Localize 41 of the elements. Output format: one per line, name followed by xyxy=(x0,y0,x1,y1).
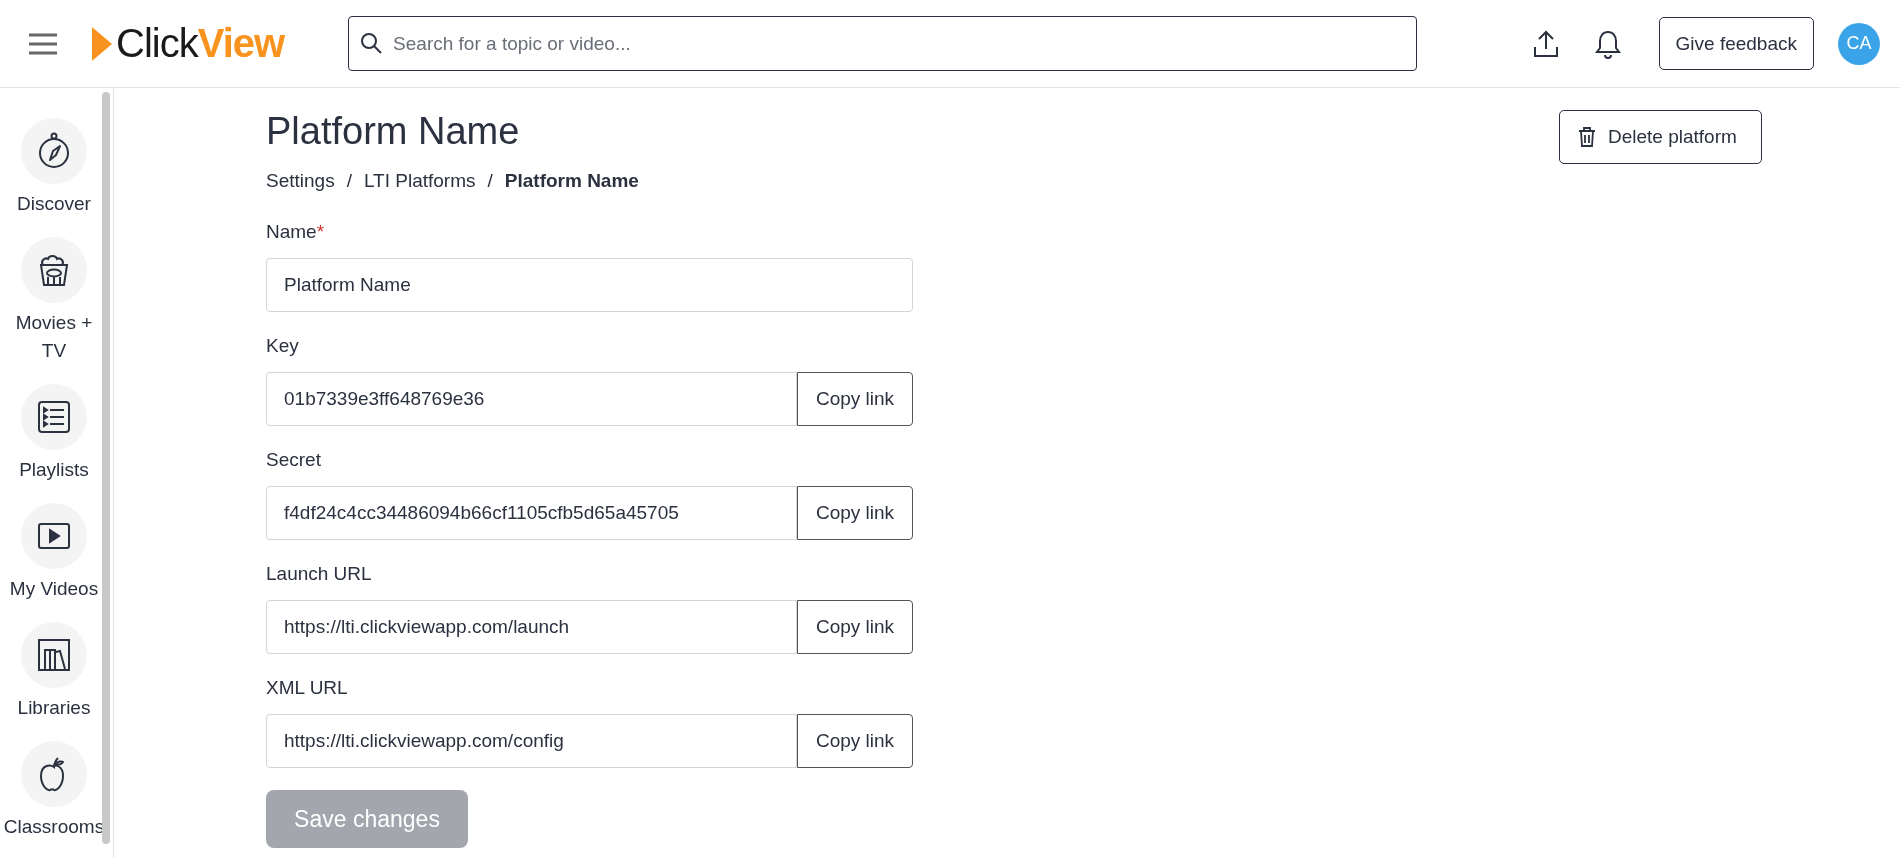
delete-platform-button[interactable]: Delete platform xyxy=(1559,110,1762,164)
field-label: XML URL xyxy=(266,676,348,700)
nav-label[interactable]: My Videos xyxy=(9,575,99,603)
nav-label[interactable]: Discover xyxy=(17,190,91,218)
nav-label[interactable]: Libraries xyxy=(17,694,91,722)
text-field[interactable]: Platform Name xyxy=(266,258,913,312)
page-title: Platform Name xyxy=(266,109,520,154)
trash-icon xyxy=(1578,127,1596,147)
field-label: Secret xyxy=(266,448,321,472)
books-icon xyxy=(37,638,71,672)
text-field[interactable]: 01b7339e3ff648769e36 xyxy=(266,372,797,426)
required-asterisk: * xyxy=(316,220,325,244)
text-field[interactable]: https://lti.clickviewapp.com/config xyxy=(266,714,797,768)
nav-label[interactable]: Movies + TV xyxy=(9,309,99,365)
bell-icon[interactable] xyxy=(1594,28,1621,59)
field-label: Name xyxy=(266,220,317,244)
breadcrumb-separator: / xyxy=(346,170,352,192)
upload-icon[interactable] xyxy=(1532,29,1559,58)
search-field[interactable]: Search for a topic or video... xyxy=(348,16,1418,71)
copy-link-button[interactable]: Copy link xyxy=(797,600,913,654)
list-icon xyxy=(37,400,71,434)
nav-label[interactable]: Classrooms xyxy=(3,813,105,841)
menu-icon[interactable] xyxy=(28,32,58,55)
clickview-logo[interactable]: ClickView xyxy=(92,21,285,66)
nav-label[interactable]: Playlists xyxy=(19,456,89,484)
copy-link-button[interactable]: Copy link xyxy=(797,372,913,426)
scrollbar-thumb[interactable] xyxy=(102,92,110,844)
breadcrumb-link[interactable]: LTI Platforms xyxy=(363,170,476,192)
give-feedback-button[interactable]: Give feedback xyxy=(1658,17,1814,70)
compass-icon xyxy=(37,132,71,170)
copy-link-button[interactable]: Copy link xyxy=(797,714,913,768)
search-icon xyxy=(360,32,383,54)
field-label: Launch URL xyxy=(266,562,372,586)
text-field[interactable]: https://lti.clickviewapp.com/launch xyxy=(266,600,797,654)
text-field[interactable]: f4df24c4cc34486094b66cf1105cfb5d65a45705 xyxy=(266,486,797,540)
field-label: Key xyxy=(266,334,299,358)
copy-link-button[interactable]: Copy link xyxy=(797,486,913,540)
breadcrumb-link[interactable]: Settings xyxy=(266,170,335,192)
video-icon xyxy=(37,522,71,550)
breadcrumb-current: Platform Name xyxy=(504,170,639,192)
breadcrumb-separator: / xyxy=(487,170,493,192)
